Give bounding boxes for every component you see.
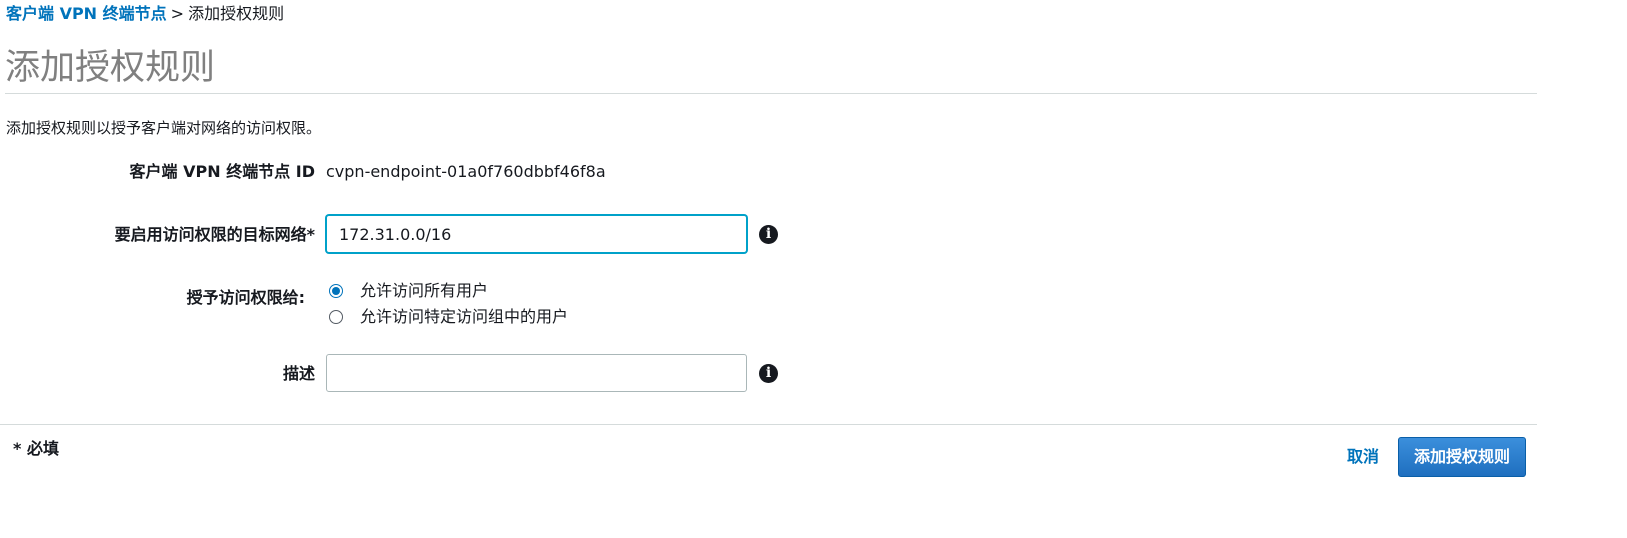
- breadcrumb-current: 添加授权规则: [188, 4, 285, 23]
- description-label: 描述: [282, 364, 315, 383]
- description-info-icon[interactable]: i: [759, 364, 778, 383]
- grant-access-all-users-label: 允许访问所有用户: [360, 281, 489, 300]
- destination-network-input[interactable]: [326, 215, 747, 253]
- breadcrumb-client-vpn-endpoints-link[interactable]: 客户端 VPN 终端节点: [6, 4, 167, 23]
- grant-access-group-users-radio[interactable]: [329, 310, 343, 324]
- required-fields-note: * 必填: [13, 439, 59, 458]
- title-divider: [5, 93, 1537, 94]
- grant-access-group-users-label: 允许访问特定访问组中的用户: [360, 307, 569, 326]
- endpoint-id-label: 客户端 VPN 终端节点 ID: [129, 162, 315, 181]
- footer-divider: [0, 424, 1537, 425]
- page-description: 添加授权规则以授予客户端对网络的访问权限。: [6, 119, 322, 137]
- cancel-button[interactable]: 取消: [1347, 447, 1379, 467]
- description-input[interactable]: [326, 354, 747, 392]
- breadcrumb-separator: >: [170, 4, 185, 23]
- endpoint-id-value: cvpn-endpoint-01a0f760dbbf46f8a: [326, 162, 606, 181]
- destination-network-label: 要启用访问权限的目标网络*: [114, 225, 315, 244]
- page-title: 添加授权规则: [5, 48, 216, 88]
- grant-access-all-users-option[interactable]: 允许访问所有用户: [329, 281, 488, 301]
- grant-access-group-users-option[interactable]: 允许访问特定访问组中的用户: [329, 307, 568, 327]
- grant-access-label: 授予访问权限给:: [186, 288, 305, 307]
- grant-access-all-users-radio[interactable]: [329, 284, 343, 298]
- add-authorization-rule-button[interactable]: 添加授权规则: [1398, 437, 1526, 477]
- breadcrumb: 客户端 VPN 终端节点 > 添加授权规则: [6, 4, 284, 24]
- destination-network-info-icon[interactable]: i: [759, 225, 778, 244]
